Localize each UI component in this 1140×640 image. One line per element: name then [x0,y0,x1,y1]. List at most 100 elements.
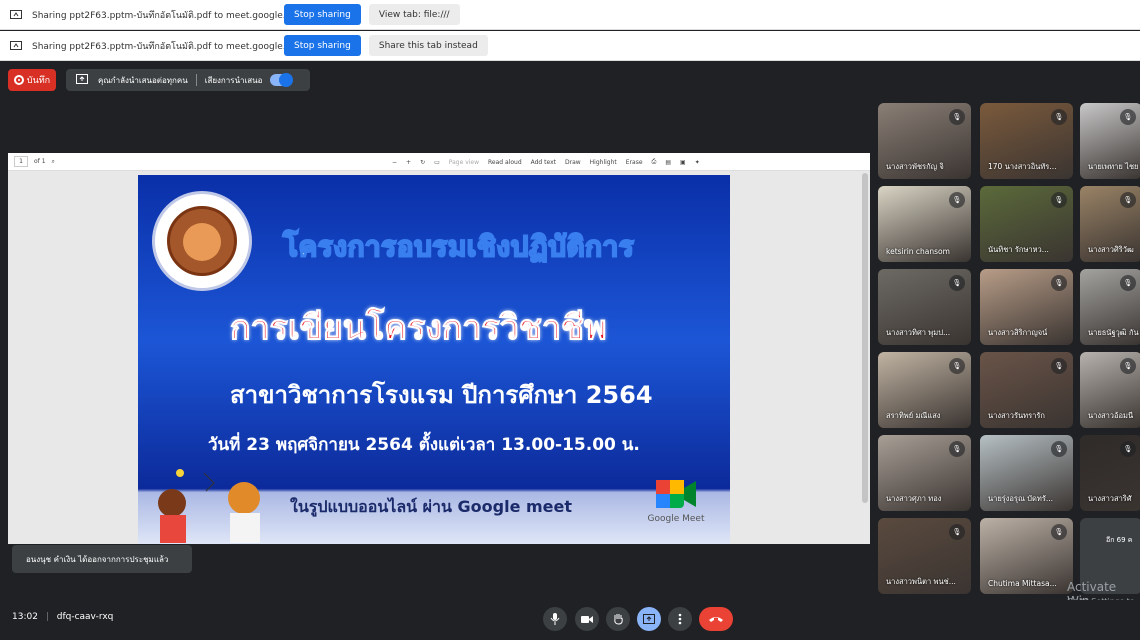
stop-sharing-button[interactable]: Stop sharing [284,35,361,56]
hang-up-icon [709,617,723,622]
pdf-viewer: 1 of 1 ⌕ − + ↻ ▭ Page view Read aloud Ad… [8,153,870,544]
more-options-button[interactable] [668,607,692,631]
page-view-button[interactable]: Page view [449,159,479,166]
save-icon[interactable]: ▤ [665,159,671,166]
draw-button[interactable]: Draw [565,159,581,166]
google-meet-icon [654,478,698,510]
zoom-in-button[interactable]: + [406,159,411,166]
slide-title-line5: ในรูปแบบออนไลน์ ผ่าน Google meet [290,497,573,516]
page-number-input[interactable]: 1 [14,156,28,167]
mic-off-icon: 🎙 [949,441,965,457]
share-status-text: Sharing ppt2F63.pptm-บันทึกอัตโนมัติ.pdf… [32,41,305,52]
participant-tile[interactable]: 🎙 ketsirin chansom [878,186,971,262]
record-label: บันทึก [26,76,51,86]
meeting-time-code: 13:02 | dfq-caav-rxq [12,612,114,622]
share-bar-1: Sharing ppt2F63.pptm-บันทึกอัตโนมัติ.pdf… [0,0,1140,30]
raise-hand-button[interactable] [606,607,630,631]
participant-tile[interactable]: 🎙 นางสาวสาริศั [1080,435,1140,511]
participant-name: นางสาวอ้อมนี [1088,411,1134,420]
participant-tile[interactable]: 🎙 นางสาวพัชรกัญ จิ [878,103,971,179]
microphone-button[interactable] [543,607,567,631]
highlight-button[interactable]: Highlight [590,159,617,166]
hand-icon [613,614,623,625]
camera-button[interactable] [575,607,599,631]
present-icon [643,614,655,624]
participant-tile[interactable]: 🎙 นางสาวทิศา พุมป... [878,269,971,345]
rotate-icon[interactable]: ↻ [420,159,425,166]
pdf-scrollbar[interactable] [862,173,868,503]
participant-name: นางสาวศิริวัฒ [1088,245,1134,254]
participant-tile[interactable]: 🎙 นางสาวสิริกาญจน์ [980,269,1073,345]
mic-off-icon: 🎙 [949,524,965,540]
add-text-button[interactable]: Add text [531,159,556,166]
slide-page: โครงการอบรมเชิงปฏิบัติการ การเขียนโครงกา… [138,175,730,544]
participant-tile[interactable]: 🎙 นายเพทาย ไชย [1080,103,1140,179]
print-icon[interactable]: ⎙ [652,158,657,166]
mic-off-icon: 🎙 [1051,441,1067,457]
clock-time: 13:02 [12,612,38,622]
participant-tile[interactable]: 🎙 สราทิพย์ มณีแสง [878,352,971,428]
zoom-out-button[interactable]: − [392,159,397,166]
view-tab-button[interactable]: View tab: file:/// [368,4,460,25]
audio-toggle[interactable] [270,73,294,87]
participant-name: นางสาวศุภา ทอง [886,494,942,503]
left-meeting-toast: อนงนุช คำเงิน ได้ออกจากการประชุมแล้ว [12,545,192,573]
slide-title-line1: โครงการอบรมเชิงปฏิบัติการ [282,229,635,264]
leave-call-button[interactable] [699,607,733,631]
participant-name: นางสาวรันทรารัก [988,411,1045,420]
participant-name: นางสาวสาริศั [1088,494,1132,503]
participant-name: 170 นางสาวอินทัร... [988,162,1057,171]
erase-button[interactable]: Erase [626,159,643,166]
presenting-label: คุณกำลังนำเสนอต่อทุกคน [98,75,188,85]
meet-top-strip: บันทึก คุณกำลังนำเสนอต่อทุกคน เสียงการนำ… [0,61,1140,97]
mic-off-icon: 🎙 [949,192,965,208]
mic-off-icon: 🎙 [949,275,965,291]
participant-tile[interactable]: 🎙 Chutima Mittasa... [980,518,1073,594]
meet-control-bar: 13:02 | dfq-caav-rxq [0,600,1140,640]
more-participants-label[interactable]: อีก 69 ค [1106,535,1132,546]
camera-icon [581,615,593,623]
screen-share-icon [10,10,22,19]
pdf-toolbar: 1 of 1 ⌕ − + ↻ ▭ Page view Read aloud Ad… [8,153,870,171]
present-now-button[interactable] [637,607,661,631]
slide-title-line4: วันที่ 23 พฤศจิกายน 2564 ตั้งแต่เวลา 13.… [208,435,640,455]
share-bar-2: Sharing ppt2F63.pptm-บันทึกอัตโนมัติ.pdf… [0,31,1140,61]
share-this-tab-button[interactable]: Share this tab instead [368,35,488,56]
record-button[interactable]: บันทึก [8,69,56,91]
participant-tile[interactable]: 🎙 170 นางสาวอินทัร... [980,103,1073,179]
meeting-code: dfq-caav-rxq [56,612,114,622]
mic-off-icon: 🎙 [1051,109,1067,125]
share-status-text: Sharing ppt2F63.pptm-บันทึกอัตโนมัติ.pdf… [32,10,305,21]
google-meet-label: Google Meet [647,514,705,524]
search-icon[interactable]: ⌕ [52,158,55,166]
participant-tile[interactable]: 🎙 นันทิชา รักษาหว... [980,186,1073,262]
microphone-icon [550,613,560,625]
read-aloud-button[interactable]: Read aloud [488,159,522,166]
mic-off-icon: 🎙 [1120,358,1136,374]
participant-name: นางสาวพนิตา พนช่... [886,577,956,586]
present-icon [76,74,88,86]
participant-tile[interactable]: 🎙 นางสาวศิริวัฒ [1080,186,1140,262]
participant-tile[interactable]: 🎙 นางสาวศุภา ทอง [878,435,971,511]
emblem-logo [152,191,252,291]
participant-tile[interactable]: 🎙 นายธนัฐวุฒิ กัน [1080,269,1140,345]
participant-tile[interactable]: 🎙 นางสาวอ้อมนี [1080,352,1140,428]
participant-name: Chutima Mittasa... [988,579,1057,588]
participant-tile[interactable]: 🎙 นายรุ่งอรุณ บัดทรั... [980,435,1073,511]
more-vert-icon [678,613,682,625]
mic-off-icon: 🎙 [1120,192,1136,208]
save-as-icon[interactable]: ▣ [680,159,686,166]
stop-sharing-button[interactable]: Stop sharing [284,4,361,25]
mic-off-icon: 🎙 [1051,358,1067,374]
mic-off-icon: 🎙 [1120,275,1136,291]
mic-off-icon: 🎙 [949,109,965,125]
participant-tile[interactable]: 🎙 นางสาวรันทรารัก [980,352,1073,428]
scientist-cartoon-image [144,463,274,543]
fit-page-icon[interactable]: ▭ [434,159,440,166]
participant-name: นายธนัฐวุฒิ กัน [1088,328,1139,337]
divider [195,74,197,86]
mic-off-icon: 🎙 [1051,524,1067,540]
participant-tile[interactable]: 🎙 นางสาวพนิตา พนช่... [878,518,971,594]
participant-name: นายเพทาย ไชย [1088,162,1139,171]
pin-icon[interactable]: ✦ [695,159,700,166]
